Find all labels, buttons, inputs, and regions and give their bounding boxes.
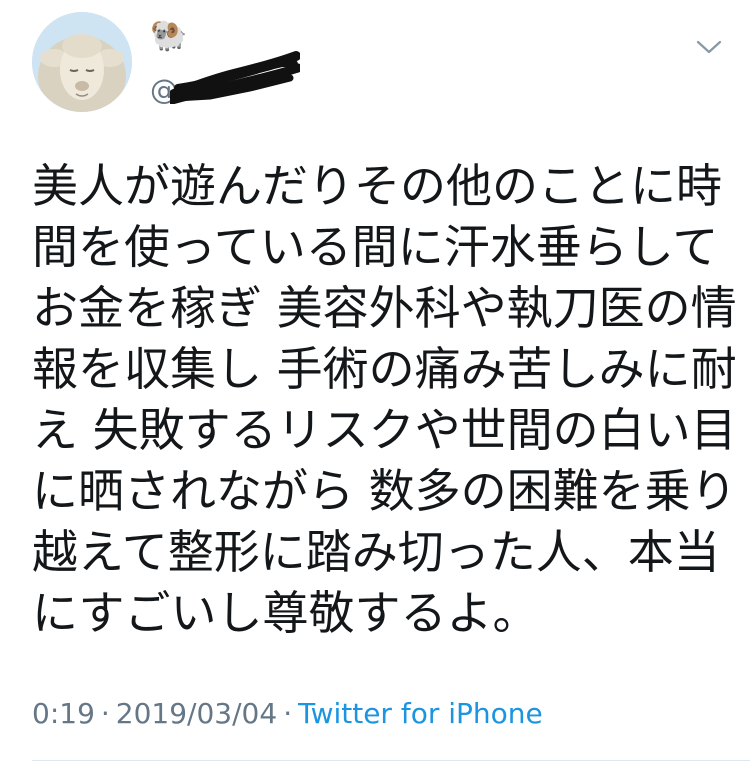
tweet-text-line: 越えて整形に踏み切った人、本当 [32, 525, 720, 579]
avatar[interactable] [32, 12, 132, 112]
meta-separator: · [100, 697, 110, 730]
tweet-menu-button[interactable] [690, 32, 728, 62]
tweet-text-line: に晒されながら 数多の困難を乗り [32, 464, 737, 518]
tweet-text: 美人が遊んだりその他のことに時 間を使っている間に汗水垂らして お金を稼ぎ 美容… [32, 156, 737, 644]
divider [32, 760, 750, 761]
tweet-time: 0:19 [32, 697, 95, 730]
tweet-card: 🐏 @ 美人が遊んだりその他のことに時 間を使っている間に汗水垂らして お金を稼… [0, 0, 750, 768]
tweet-date: 2019/03/04 [115, 697, 278, 730]
tweet-text-line: 美人が遊んだりその他のことに時 [32, 159, 722, 213]
tweet-text-line: にすごいし尊敬するよ。 [32, 586, 539, 640]
tweet-source-link[interactable]: Twitter for iPhone [298, 697, 543, 730]
tweet-text-line: 間を使っている間に汗水垂らして [32, 220, 719, 274]
tweet-text-line: お金を稼ぎ 美容外科や執刀医の情 [32, 281, 737, 335]
meta-separator: · [283, 697, 293, 730]
chevron-down-icon [696, 40, 722, 54]
sheep-avatar-icon [32, 12, 132, 112]
author-info[interactable]: 🐏 @ [150, 18, 550, 108]
tweet-meta: 0:19 · 2019/03/04 · Twitter for iPhone [32, 697, 543, 731]
tweet-text-line: 報を収集し 手術の痛み苦しみに耐 [32, 342, 737, 396]
redaction-scribble [170, 51, 300, 104]
tweet-text-line: え 失敗するリスクや世間の白い目 [32, 403, 737, 457]
